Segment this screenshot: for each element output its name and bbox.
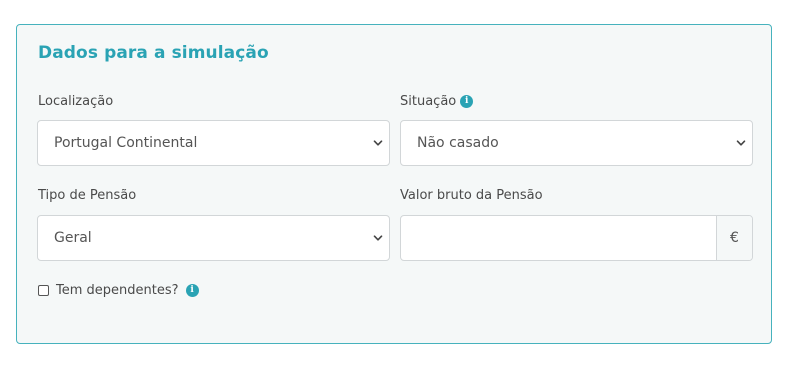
localizacao-select[interactable]: Portugal Continental bbox=[37, 120, 390, 166]
tipo-pensao-label-text: Tipo de Pensão bbox=[38, 188, 137, 203]
valor-bruto-input-group: € bbox=[400, 215, 753, 261]
localizacao-label: Localização bbox=[38, 94, 113, 109]
info-icon[interactable]: i bbox=[185, 284, 199, 297]
localizacao-label-text: Localização bbox=[38, 94, 114, 109]
dependentes-label[interactable]: Tem dependentes? bbox=[56, 283, 179, 298]
situacao-label: Situação i bbox=[400, 94, 474, 109]
localizacao-selected-value: Portugal Continental bbox=[54, 135, 198, 151]
valor-bruto-input[interactable] bbox=[401, 216, 716, 260]
tipo-pensao-label: Tipo de Pensão bbox=[38, 188, 136, 203]
valor-bruto-label: Valor bruto da Pensão bbox=[400, 188, 543, 203]
currency-addon: € bbox=[716, 216, 752, 260]
chevron-down-icon bbox=[373, 235, 383, 241]
situacao-selected-value: Não casado bbox=[417, 135, 499, 151]
dependentes-row: Tem dependentes? i bbox=[38, 283, 199, 298]
chevron-down-icon bbox=[373, 140, 383, 146]
situacao-label-text: Situação bbox=[400, 94, 457, 109]
valor-bruto-label-text: Valor bruto da Pensão bbox=[400, 188, 543, 203]
dependentes-checkbox[interactable] bbox=[38, 285, 49, 296]
tipo-pensao-select[interactable]: Geral bbox=[37, 215, 390, 261]
chevron-down-icon bbox=[736, 140, 746, 146]
tipo-pensao-selected-value: Geral bbox=[54, 230, 92, 246]
situacao-select[interactable]: Não casado bbox=[400, 120, 753, 166]
info-icon[interactable]: i bbox=[460, 95, 474, 108]
simulation-form-panel: Dados para a simulação Localização Portu… bbox=[16, 24, 772, 344]
form-title: Dados para a simulação bbox=[38, 43, 269, 63]
